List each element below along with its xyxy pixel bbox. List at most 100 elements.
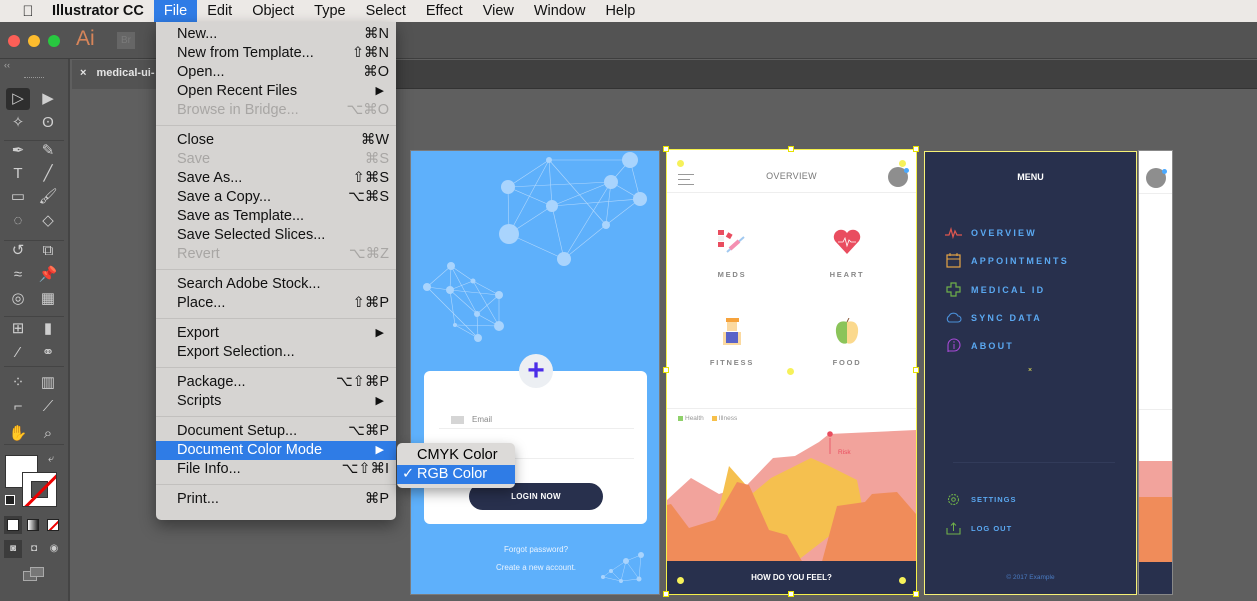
artboard-tool[interactable]: ⌐ (6, 396, 30, 418)
menu-type[interactable]: Type (304, 0, 355, 22)
default-colors-icon[interactable] (5, 495, 15, 505)
menu-select[interactable]: Select (356, 0, 416, 22)
eyedropper-tool[interactable]: ⁄ (6, 342, 30, 364)
mesh-tool[interactable]: ⊞ (6, 318, 30, 340)
zoom-tool[interactable]: ⌕ (36, 423, 60, 445)
file-menu-item-package[interactable]: Package... ⌥⇧⌘P (156, 373, 396, 392)
resize-handle[interactable] (913, 367, 919, 373)
file-menu-item-save-as[interactable]: Save As... ⇧⌘S (156, 169, 396, 188)
menu-item-about[interactable]: ABOUT (945, 338, 1014, 353)
file-menu-item-open[interactable]: Open... ⌘O (156, 63, 396, 82)
artboard-overview-partial[interactable] (1138, 150, 1173, 595)
panel-grip[interactable] (24, 77, 44, 80)
selection-tool[interactable]: ▷ (6, 88, 30, 110)
menu-edit[interactable]: Edit (197, 0, 242, 22)
minimize-window-button[interactable] (28, 35, 40, 47)
curvature-tool[interactable]: ✎ (36, 140, 60, 162)
resize-handle[interactable] (663, 591, 669, 597)
app-name-menu[interactable]: Illustrator CC (48, 0, 154, 22)
direct-selection-tool[interactable]: ▶ (36, 88, 60, 110)
change-screen-mode-icon[interactable] (23, 567, 45, 581)
none-mode-button[interactable] (47, 519, 59, 531)
type-tool[interactable]: T (6, 163, 30, 185)
shaper-tool[interactable]: ◌ (6, 210, 30, 232)
draw-normal-button[interactable]: ◙ (4, 540, 22, 558)
eraser-tool[interactable]: ◇ (36, 210, 60, 232)
how-do-you-feel-button[interactable]: HOW DO YOU FEEL? (667, 561, 916, 595)
scale-tool[interactable]: ⧉ (36, 240, 60, 262)
paintbrush-tool[interactable]: 🖌 (36, 186, 60, 208)
file-menu-item-save-a-copy[interactable]: Save a Copy... ⌥⌘S (156, 188, 396, 207)
zoom-window-button[interactable] (48, 35, 60, 47)
corner-widget[interactable] (677, 577, 684, 584)
file-menu-item-place[interactable]: Place... ⇧⌘P (156, 294, 396, 313)
warp-tool[interactable]: ≈ (6, 264, 30, 286)
file-menu-item-save-as-template[interactable]: Save as Template... (156, 207, 396, 226)
tile-meds-label[interactable]: MEDS (682, 270, 782, 279)
file-menu-item-file-info[interactable]: File Info... ⌥⇧⌘I (156, 460, 396, 479)
collapse-panel-button[interactable]: ‹‹ (4, 60, 10, 70)
rgb-color-option[interactable]: ✓ RGB Color (397, 465, 515, 484)
file-menu-item-open-recent-files[interactable]: Open Recent Files ▶ (156, 82, 396, 101)
line-tool[interactable]: ╱ (36, 163, 60, 185)
draw-behind-button[interactable]: ◘ (25, 540, 43, 558)
file-menu-item-scripts[interactable]: Scripts ▶ (156, 392, 396, 411)
file-menu-item-export-selection[interactable]: Export Selection... (156, 343, 396, 362)
bridge-button[interactable]: Br (117, 32, 135, 49)
center-point[interactable] (787, 368, 794, 375)
corner-widget[interactable] (899, 577, 906, 584)
artboard-menu[interactable]: MENU OVERVIEW APPOINTMENTS MEDICAL ID SY… (924, 151, 1137, 595)
blend-tool[interactable]: ⚭ (36, 342, 60, 364)
forgot-password-link[interactable]: Forgot password? (411, 545, 659, 554)
file-menu-item-export[interactable]: Export ▶ (156, 324, 396, 343)
resize-handle[interactable] (663, 146, 669, 152)
corner-widget[interactable] (677, 160, 684, 167)
file-menu-item-print[interactable]: Print... ⌘P (156, 490, 396, 509)
food-icon[interactable] (832, 318, 862, 346)
cmyk-color-option[interactable]: CMYK Color (397, 446, 515, 465)
avatar[interactable] (888, 167, 909, 187)
pen-tool[interactable]: ✒ (6, 140, 30, 162)
menu-item-settings[interactable]: SETTINGS (945, 492, 1017, 507)
artboard-login[interactable]: Email LOGIN NOW + Forgot password? Creat… (410, 150, 660, 595)
lasso-tool[interactable]: ʘ (36, 112, 60, 134)
document-tab[interactable]: × medical-ui- (72, 60, 165, 89)
menu-view[interactable]: View (473, 0, 524, 22)
menu-window[interactable]: Window (524, 0, 596, 22)
hand-tool[interactable]: ✋ (6, 423, 30, 445)
file-menu-item-new[interactable]: New... ⌘N (156, 25, 396, 44)
meds-icon[interactable] (717, 228, 747, 256)
file-menu-item-document-color-mode[interactable]: Document Color Mode ▶ (156, 441, 396, 460)
apple-icon[interactable]:  (8, 3, 48, 20)
menu-effect[interactable]: Effect (416, 0, 473, 22)
menu-item-appointments[interactable]: APPOINTMENTS (945, 253, 1069, 268)
symbol-sprayer-tool[interactable]: ⁘ (6, 372, 30, 394)
draw-inside-button[interactable]: ◉ (45, 540, 63, 558)
menu-item-overview[interactable]: OVERVIEW (945, 225, 1037, 240)
resize-handle[interactable] (788, 591, 794, 597)
shape-builder-tool[interactable]: ◎ (6, 288, 30, 310)
swap-fill-stroke-icon[interactable]: ⤶ (48, 453, 54, 466)
file-menu-item-save-selected-slices[interactable]: Save Selected Slices... (156, 226, 396, 245)
close-tab-icon[interactable]: × (80, 60, 86, 89)
column-graph-tool[interactable]: ▥ (36, 372, 60, 394)
menu-file[interactable]: File (153, 0, 198, 22)
perspective-grid-tool[interactable]: ▦ (36, 288, 60, 310)
heart-icon[interactable] (832, 228, 862, 256)
menu-help[interactable]: Help (595, 0, 645, 22)
tile-fitness-label[interactable]: FITNESS (682, 358, 782, 367)
stroke-swatch[interactable] (22, 472, 57, 507)
file-menu-item-search-adobe-stock[interactable]: Search Adobe Stock... (156, 275, 396, 294)
resize-handle[interactable] (788, 146, 794, 152)
corner-widget[interactable] (899, 160, 906, 167)
slice-tool[interactable]: ⟋ (36, 396, 60, 418)
menu-object[interactable]: Object (242, 0, 304, 22)
resize-handle[interactable] (913, 591, 919, 597)
email-field[interactable]: Email (439, 411, 634, 429)
file-menu-item-document-setup[interactable]: Document Setup... ⌥⌘P (156, 422, 396, 441)
menu-item-medical-id[interactable]: MEDICAL ID (945, 282, 1045, 297)
gradient-mode-button[interactable] (27, 519, 39, 531)
rotate-tool[interactable]: ↺ (6, 240, 30, 262)
gradient-tool[interactable]: ▮ (36, 318, 60, 340)
resize-handle[interactable] (663, 367, 669, 373)
